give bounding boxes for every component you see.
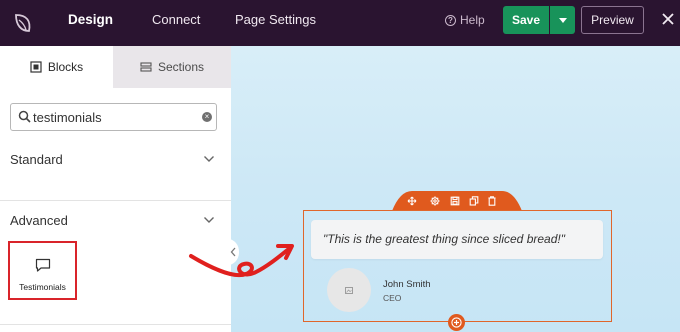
close-icon[interactable] (659, 10, 677, 28)
save-dropdown-button[interactable] (550, 6, 575, 34)
search-input[interactable] (33, 108, 193, 126)
tab-page-settings[interactable]: Page Settings (235, 0, 316, 46)
avatar[interactable] (327, 268, 371, 312)
image-placeholder-icon (345, 286, 353, 294)
help-label: Help (460, 13, 485, 27)
tab-design[interactable]: Design (68, 0, 113, 46)
top-bar: Design Connect Page Settings ? Help Save… (0, 0, 680, 46)
add-block-button[interactable] (448, 314, 465, 331)
testimonial-role: CEO (383, 293, 402, 303)
block-search-box: × (10, 103, 217, 131)
testimonial-quote: "This is the greatest thing since sliced… (323, 232, 565, 246)
section-advanced-title: Advanced (10, 212, 68, 228)
divider (0, 324, 231, 325)
preview-button[interactable]: Preview (581, 6, 644, 34)
tab-blocks[interactable]: Blocks (0, 46, 113, 88)
search-icon (18, 110, 31, 123)
annotation-arrow-icon (189, 244, 294, 277)
block-toolbar (392, 191, 522, 211)
tab-connect[interactable]: Connect (152, 0, 200, 46)
help-link[interactable]: ? Help (445, 13, 485, 27)
question-icon: ? (445, 14, 456, 26)
sections-icon (140, 62, 152, 72)
seedprod-logo-icon[interactable] (0, 0, 46, 46)
speech-bubble-icon (35, 258, 51, 272)
tab-blocks-label: Blocks (47, 60, 84, 74)
plus-circle-icon (451, 317, 462, 328)
chevron-down-icon (204, 217, 214, 223)
blocks-icon (30, 61, 42, 73)
tab-sections[interactable]: Sections (113, 46, 231, 88)
testimonials-block-label: Testimonials (19, 282, 66, 292)
testimonial-quote-card[interactable]: "This is the greatest thing since sliced… (311, 220, 603, 259)
chevron-down-icon (204, 156, 214, 162)
divider (0, 200, 231, 201)
tab-sections-label: Sections (157, 60, 205, 74)
section-standard[interactable]: Standard (10, 149, 215, 169)
testimonial-name: John Smith (383, 279, 431, 290)
clear-search-icon[interactable]: × (202, 112, 212, 122)
save-button[interactable]: Save (503, 6, 549, 34)
testimonials-block[interactable]: Testimonials (8, 241, 77, 300)
section-advanced[interactable]: Advanced (10, 210, 215, 230)
section-standard-title: Standard (10, 151, 63, 167)
